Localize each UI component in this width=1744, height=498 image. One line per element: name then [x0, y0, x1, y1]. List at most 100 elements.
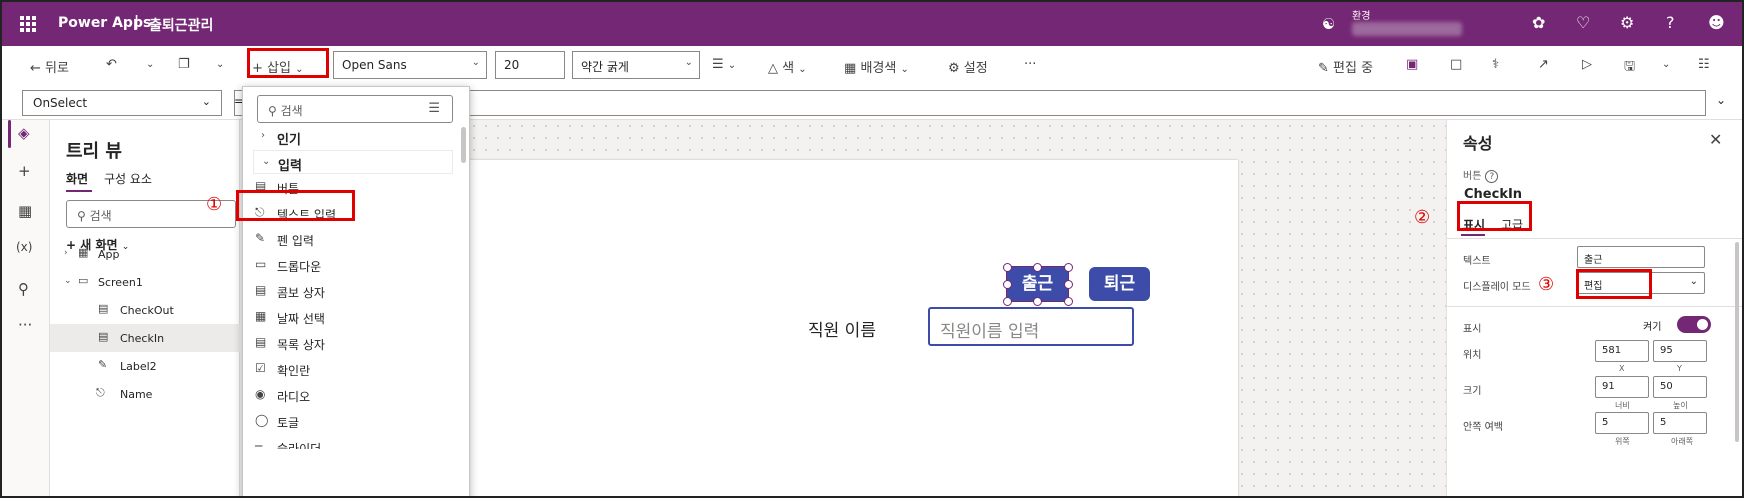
category-input[interactable]: ⌄ 입력 [253, 150, 453, 174]
text-property-input[interactable]: 출근 [1577, 246, 1705, 268]
tree-item-label2[interactable]: ✎ Label2 [50, 352, 240, 380]
label-control-icon: ✎ [98, 358, 108, 371]
insert-item-list-box[interactable]: ▤ 목록 상자 [253, 331, 453, 355]
chevron-down-icon: ⌄ [471, 57, 480, 68]
insert-item-checkbox[interactable]: ☑ 확인란 [253, 357, 453, 381]
fill-button[interactable]: ▦ 배경색 ⌄ [844, 57, 909, 76]
settings-button[interactable]: ⚙ 설정 [948, 57, 988, 76]
checkin-button[interactable]: 출근 [1006, 266, 1069, 302]
variables-icon[interactable]: (x) [16, 240, 32, 254]
save-chevron-icon[interactable]: ⌄ [1662, 59, 1670, 70]
save-icon[interactable]: 🖫 [1624, 57, 1635, 79]
insert-item-radio[interactable]: ◉ 라디오 [253, 383, 453, 407]
tree-view-icon[interactable]: ◈ [18, 124, 30, 142]
undo-chevron-icon[interactable]: ⌄ [146, 59, 154, 70]
insert-item-label: 날짜 선택 [277, 312, 325, 326]
resize-handle[interactable] [1033, 297, 1042, 306]
help-icon[interactable]: ? [1485, 170, 1499, 183]
insert-item-toggle[interactable]: ◯ 토글 [253, 409, 453, 433]
insert-search-input[interactable]: ⚲ 검색 ☰ [257, 95, 453, 123]
copilot-icon[interactable]: ✿ [1532, 13, 1545, 32]
properties-scrollbar[interactable] [1735, 242, 1739, 442]
insert-item-pen-input[interactable]: ✎ 펜 입력 [253, 227, 453, 251]
resize-handle[interactable] [1003, 297, 1012, 306]
insert-menu-scrollbar[interactable] [461, 127, 466, 163]
screen1-canvas[interactable]: 출근 퇴근 직원 이름 직원이름 입력 [452, 160, 1238, 496]
screen-icon: ▭ [78, 274, 89, 287]
category-popular[interactable]: › 인기 [253, 125, 453, 149]
visible-toggle[interactable] [1677, 316, 1711, 333]
play-icon[interactable]: ▷ [1582, 57, 1592, 72]
environment-icon[interactable]: ☯ [1322, 15, 1335, 33]
chevron-down-icon[interactable]: ⌄ [64, 276, 72, 286]
comments-icon[interactable]: □ [1450, 57, 1462, 72]
filter-icon[interactable]: ☰ [428, 101, 440, 116]
insert-item-combo-box[interactable]: ▤ 콤보 상자 [253, 279, 453, 303]
expand-formula-icon[interactable]: ⌄ [1716, 93, 1726, 107]
tree-item-name[interactable]: ⎋ Name [50, 380, 240, 408]
text-color-icon: △ [768, 61, 778, 76]
tree-item-label: Name [120, 388, 153, 401]
tab-components[interactable]: 구성 요소 [104, 170, 152, 187]
insert-item-label: 토글 [277, 416, 300, 430]
align-button[interactable]: ☰ ⌄ [712, 57, 736, 72]
resize-handle[interactable] [1064, 280, 1073, 289]
tree-item-screen1[interactable]: ⌄ ▭ Screen1 [50, 268, 240, 296]
insert-item-slider[interactable]: ─ 슬라이더 [253, 435, 453, 449]
tree-item-checkout[interactable]: ▤ CheckOut [50, 296, 240, 324]
tree-item-app[interactable]: › ▦ App [50, 240, 240, 268]
app-icon: ▦ [78, 246, 89, 259]
tree-item-checkin[interactable]: ▤ CheckIn [50, 324, 240, 352]
font-size-input[interactable]: 20 [495, 51, 565, 79]
checkout-button[interactable]: 퇴근 [1089, 267, 1150, 301]
share-icon[interactable]: ↗ [1538, 57, 1549, 72]
size-label: 크기 [1463, 386, 1482, 397]
insert-item-date-picker[interactable]: ▦ 날짜 선택 [253, 305, 453, 329]
insert-item-dropdown[interactable]: ▭ 드롭다운 [253, 253, 453, 277]
resize-handle[interactable] [1003, 280, 1012, 289]
padding-top-input[interactable]: 5 [1595, 412, 1649, 434]
paste-icon[interactable]: ❐ [178, 57, 190, 72]
x-input[interactable]: 581 [1595, 340, 1649, 362]
height-input[interactable]: 50 [1653, 376, 1707, 398]
back-button[interactable]: ← 뒤로 [30, 57, 69, 76]
property-select[interactable]: OnSelect ⌄ [22, 90, 222, 116]
undo-icon[interactable]: ↶ [106, 57, 117, 72]
resize-handle[interactable] [1064, 297, 1073, 306]
resize-handle[interactable] [1064, 263, 1073, 272]
font-weight-select[interactable]: 약간 굵게 ⌄ [572, 51, 700, 79]
insert-item-label: 드롭다운 [277, 260, 322, 274]
notifications-icon[interactable]: ♡ [1576, 13, 1590, 32]
padding-bottom-input[interactable]: 5 [1653, 412, 1707, 434]
padding-bottom-caption: 아래쪽 [1671, 437, 1694, 446]
color-button[interactable]: △ 색 ⌄ [768, 57, 807, 76]
y-input[interactable]: 95 [1653, 340, 1707, 362]
pencil-icon: ✎ [1318, 61, 1329, 76]
search-icon[interactable]: ⚲ [18, 280, 29, 298]
tab-screens[interactable]: 화면 [66, 170, 88, 187]
editing-button[interactable]: ✎ 편집 중 [1318, 57, 1373, 76]
paste-chevron-icon[interactable]: ⌄ [216, 59, 224, 70]
stethoscope-icon[interactable]: ⚕ [1492, 57, 1499, 72]
editing-label: 편집 중 [1333, 61, 1374, 76]
more-icon[interactable]: ··· [18, 316, 32, 334]
title-separator: | [134, 14, 140, 30]
employee-name-input[interactable]: 직원이름 입력 [928, 307, 1134, 346]
account-icon[interactable]: ☻ [1708, 13, 1725, 32]
data-icon[interactable]: ▦ [18, 202, 32, 220]
width-input[interactable]: 91 [1595, 376, 1649, 398]
app-checker-icon[interactable]: ▣ [1406, 57, 1418, 72]
help-icon[interactable]: ? [1666, 13, 1675, 32]
y-caption: Y [1677, 364, 1682, 373]
app-launcher-icon[interactable] [20, 16, 36, 32]
font-family-select[interactable]: Open Sans ⌄ [333, 51, 487, 79]
insert-icon[interactable]: + [18, 162, 31, 180]
settings-icon[interactable]: ⚙ [1620, 13, 1634, 32]
close-icon[interactable]: ✕ [1709, 130, 1722, 149]
properties-title: 속성 [1463, 134, 1493, 153]
chevron-right-icon[interactable]: › [64, 248, 68, 258]
publish-icon[interactable]: ☷ [1698, 57, 1710, 72]
resize-handle[interactable] [1033, 263, 1042, 272]
more-button[interactable]: ··· [1024, 57, 1036, 72]
resize-handle[interactable] [1003, 263, 1012, 272]
